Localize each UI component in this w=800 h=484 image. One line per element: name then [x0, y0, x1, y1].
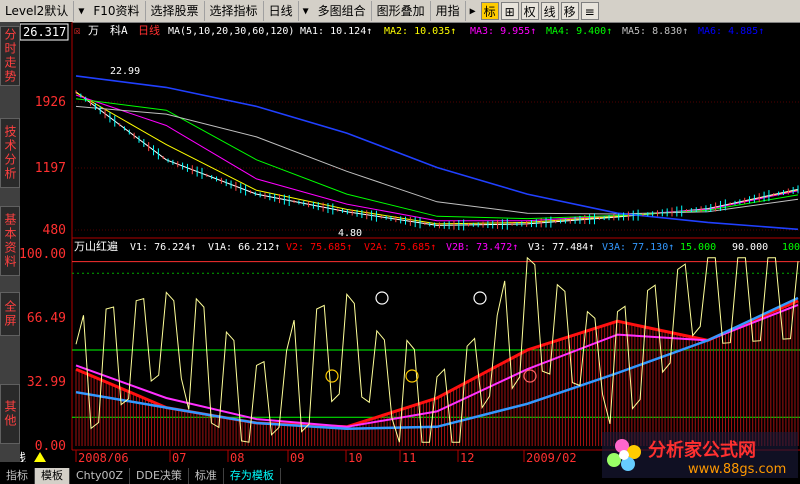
indicator-y-tick-2: 32.99	[27, 375, 66, 390]
chart-canvas[interactable]: 26.317 ☒ 万科A 日线 MA(5,10,20,30,60,120) MA1: 10…	[20, 22, 800, 462]
sidebar-tab-3[interactable]: 全屏	[0, 292, 20, 336]
scroll-right-icon[interactable]: ▶	[466, 6, 480, 17]
indicator-y-tick-0: 100.00	[20, 247, 66, 262]
left-sidebar: 分时走势技术分析基本资料全屏其他	[0, 22, 20, 462]
ma-value-1: MA1: 10.124↑	[300, 26, 372, 37]
indicator-name: 万山红遍	[74, 240, 118, 253]
price-ma-line-MA1	[75, 91, 799, 226]
indicator-value-0: V1: 76.224↑	[130, 242, 196, 253]
ma-value-6: MA6: 4.885↑	[698, 26, 764, 37]
signal-face-icon	[325, 369, 339, 383]
toolbar-icon-5[interactable]: ≡	[580, 2, 599, 20]
period-label: 日线	[138, 23, 160, 37]
stock-name-mid: 科A	[110, 23, 128, 37]
sidebar-tab-4[interactable]: 其他	[0, 384, 20, 444]
indicator-value-7: 15.000	[680, 242, 716, 253]
x-tick-label-6: 12	[460, 451, 474, 462]
price-ma-line-MA5	[75, 105, 799, 215]
indicator-value-5: V3: 77.484↑	[528, 242, 594, 253]
toolbar-icon-3[interactable]: 线	[540, 2, 559, 20]
indicator-value-6: V3A: 77.130↑	[602, 242, 674, 253]
sidebar-tab-0[interactable]: 分时走势	[0, 26, 20, 86]
indicator-value-8: 90.000	[732, 242, 768, 253]
price-ma-line-MA4	[75, 98, 799, 220]
x-tick-label-5: 11	[402, 451, 416, 462]
bottom-tab-5[interactable]: 存为模板	[224, 468, 281, 484]
low-annotation: 4.80	[338, 228, 362, 239]
x-tick-label-3: 09	[290, 451, 304, 462]
indicator-value-9: 100	[782, 242, 800, 253]
watermark-url: www.88gs.com	[688, 462, 786, 477]
ma-value-3: MA3: 9.955↑	[470, 26, 536, 37]
x-tick-label-1: 07	[172, 451, 186, 462]
signal-face-icon	[473, 291, 487, 305]
stock-name-prefix: 万	[88, 24, 99, 37]
y-axis-strip	[20, 22, 72, 462]
ma-params: MA(5,10,20,30,60,120)	[168, 26, 294, 37]
x-tick-label-4: 10	[348, 451, 362, 462]
high-annotation: 22.99	[110, 66, 140, 77]
toolbar-item-4[interactable]: 日线	[264, 1, 299, 21]
indicator-y-tick-1: 66.49	[27, 311, 66, 326]
bottom-tab-0[interactable]: 指标	[0, 468, 35, 484]
price-y-tick-1: 1197	[35, 161, 66, 176]
watermark-logo: 分析家公式网 www.88gs.com	[602, 432, 798, 478]
bottom-tab-4[interactable]: 标准	[189, 468, 224, 484]
price-ma-line-MA2	[75, 92, 799, 225]
toolbar-item-5[interactable]: 多图组合	[313, 1, 372, 21]
dropdown-arrow-icon[interactable]: ▼	[299, 6, 313, 17]
ma-value-4: MA4: 9.400↑	[546, 26, 612, 37]
x-axis-period: 日线	[20, 451, 26, 462]
toolbar-item-2[interactable]: 选择股票	[146, 1, 205, 21]
ma-value-2: MA2: 10.035↑	[384, 26, 456, 37]
close-icon: ☒	[74, 24, 81, 37]
sidebar-tab-1[interactable]: 技术分析	[0, 118, 20, 188]
bottom-tab-3[interactable]: DDE决策	[130, 468, 189, 484]
toolbar-item-3[interactable]: 选择指标	[205, 1, 264, 21]
bottom-tab-2[interactable]: Chty00Z	[70, 468, 131, 484]
indicator-value-4: V2B: 73.472↑	[446, 242, 518, 253]
price-y-tick-0: 1926	[35, 95, 66, 110]
watermark-title: 分析家公式网	[648, 439, 756, 461]
dropdown-arrow-icon[interactable]: ▼	[74, 6, 88, 17]
toolbar-item-1[interactable]: F10资料	[88, 1, 146, 21]
bottom-tab-1[interactable]: 模板	[35, 468, 70, 484]
toolbar-icon-4[interactable]: 移	[560, 2, 579, 20]
top-toolbar: Level2默认 ▼ F10资料 选择股票 选择指标 日线 ▼ 多图组合 图形叠加 用指 ▶ 标 ⊞ 权线…	[0, 0, 800, 23]
toolbar-item-0[interactable]: Level2默认	[0, 1, 75, 21]
price-box-value: 26.317	[23, 25, 66, 39]
price-y-tick-2: 480	[43, 223, 66, 238]
x-tick-label-0: 2008/06	[78, 451, 129, 462]
toolbar-item-6[interactable]: 图形叠加	[372, 1, 431, 21]
price-ma-line-MA6	[75, 75, 799, 231]
signal-face-icon	[375, 291, 389, 305]
sidebar-tab-2[interactable]: 基本资料	[0, 206, 20, 276]
toolbar-icon-1[interactable]: ⊞	[500, 2, 519, 20]
indicator-value-3: V2A: 75.685↑	[364, 242, 436, 253]
toolbar-icon-0[interactable]: 标	[480, 2, 499, 20]
toolbar-icon-2[interactable]: 权	[520, 2, 539, 20]
x-tick-label-2: 08	[230, 451, 244, 462]
toolbar-item-7[interactable]: 用指	[431, 1, 466, 21]
x-tick-label-7: 2009/02	[526, 451, 577, 462]
ma-value-5: MA5: 8.830↑	[622, 26, 688, 37]
indicator-value-1: V1A: 66.212↑	[208, 242, 280, 253]
indicator-value-2: V2: 75.685↑	[286, 242, 352, 253]
